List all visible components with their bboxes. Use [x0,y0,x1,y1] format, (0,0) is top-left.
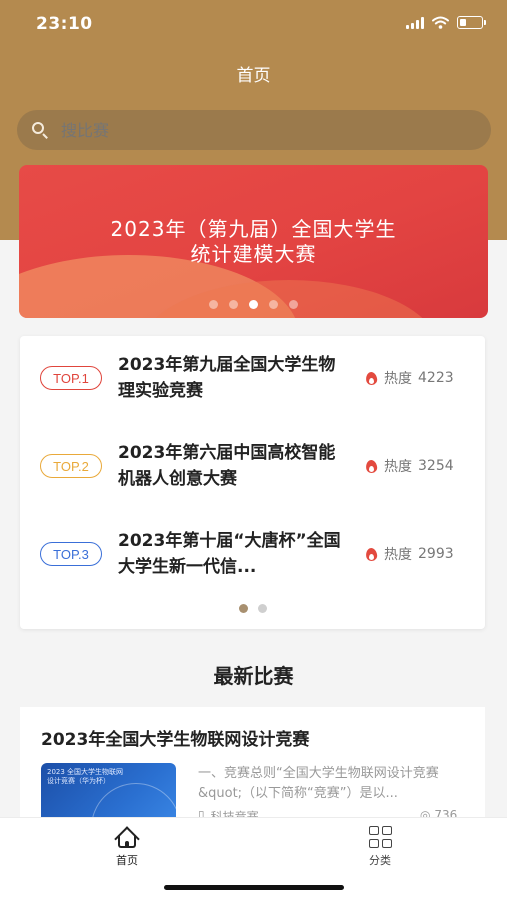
search-input[interactable] [61,120,441,140]
heat-indicator: 热度 4223 [365,368,454,388]
competition-name: 2023年第九届全国大学生物理实验竞赛 [118,355,336,401]
heat-value: 4223 [418,370,454,386]
flame-icon [365,370,378,386]
signal-icon [406,16,424,29]
pagination-dot [257,604,267,613]
thumbnail-decoration [91,783,176,817]
pagination-dot [269,300,278,309]
top-item[interactable]: TOP.2 2023年第六届中国高校智能机器人创意大赛 热度 3254 [20,438,485,498]
banner-pagination [19,300,488,309]
competition-card[interactable]: 2023年全国大学生物联网设计竞赛 2023 全国大学生物联网 设计竞赛（华为杯… [20,707,485,817]
banner-carousel[interactable]: 2023年（第九届）全国大学生 统计建模大赛 [19,165,488,318]
pagination-dot [249,300,258,309]
card-thumbnail: 2023 全国大学生物联网 设计竞赛（华为杯） [41,763,176,817]
card-title: 2023年全国大学生物联网设计竞赛 [41,730,310,750]
banner-title-line1: 2023年（第九届）全国大学生 [110,217,397,241]
top-item[interactable]: TOP.3 2023年第十届“大唐杯”全国大学生新一代信... 热度 2993 [20,526,485,586]
tab-label: 首页 [116,854,138,867]
category-label: 科技竞赛 [210,810,259,817]
card-views: ◎ 736 [420,808,457,817]
page-title: 首页 [236,66,271,86]
grid-icon [368,826,392,848]
wifi-icon [432,16,449,29]
flame-icon [365,458,378,474]
pagination-dot [229,300,238,309]
tab-home[interactable]: 首页 [97,826,157,868]
battery-icon [457,16,486,29]
card-description: 一、竞赛总则“全国大学生物联网设计竞赛&quot;（以下简称“竞赛”）是以... [198,766,439,801]
heat-indicator: 热度 2993 [365,544,454,564]
rank-badge: TOP.2 [40,454,102,478]
heat-indicator: 热度 3254 [365,456,454,476]
competition-name: 2023年第六届中国高校智能机器人创意大赛 [118,443,336,489]
category-icon: ▯ [198,808,205,817]
status-time: 23:10 [36,14,93,34]
section-title: 最新比赛 [213,664,294,688]
heat-label: 热度 [384,459,412,475]
heat-label: 热度 [384,547,412,563]
rank-badge: TOP.3 [40,542,102,566]
home-icon [114,826,140,852]
pagination-dot [209,300,218,309]
banner-title-line2: 统计建模大赛 [190,242,317,266]
competition-name: 2023年第十届“大唐杯”全国大学生新一代信... [118,531,341,577]
top-item[interactable]: TOP.1 2023年第九届全国大学生物理实验竞赛 热度 4223 [20,350,485,410]
status-icons [406,16,486,29]
search-icon [31,121,49,139]
home-indicator [164,885,344,890]
pagination-dot [289,300,298,309]
tab-label: 分类 [369,854,391,867]
pagination-dot [238,604,248,613]
banner-title: 2023年（第九届）全国大学生 统计建模大赛 [19,217,488,267]
flame-icon [365,546,378,562]
status-bar: 23:10 [0,0,507,50]
rank-badge: TOP.1 [40,366,102,390]
tab-category[interactable]: 分类 [350,826,410,868]
heat-value: 3254 [418,458,454,474]
search-bar[interactable] [17,110,491,150]
heat-label: 热度 [384,371,412,387]
eye-icon: ◎ [420,808,431,817]
heat-value: 2993 [418,546,454,562]
top-list-pagination [20,604,485,613]
thumbnail-text: 2023 全国大学生物联网 设计竞赛（华为杯） [47,768,124,785]
top-ranking-card: TOP.1 2023年第九届全国大学生物理实验竞赛 热度 4223 TOP.2 … [20,336,485,629]
card-category: ▯ 科技竞赛 [198,808,259,817]
views-count: 736 [434,808,458,817]
